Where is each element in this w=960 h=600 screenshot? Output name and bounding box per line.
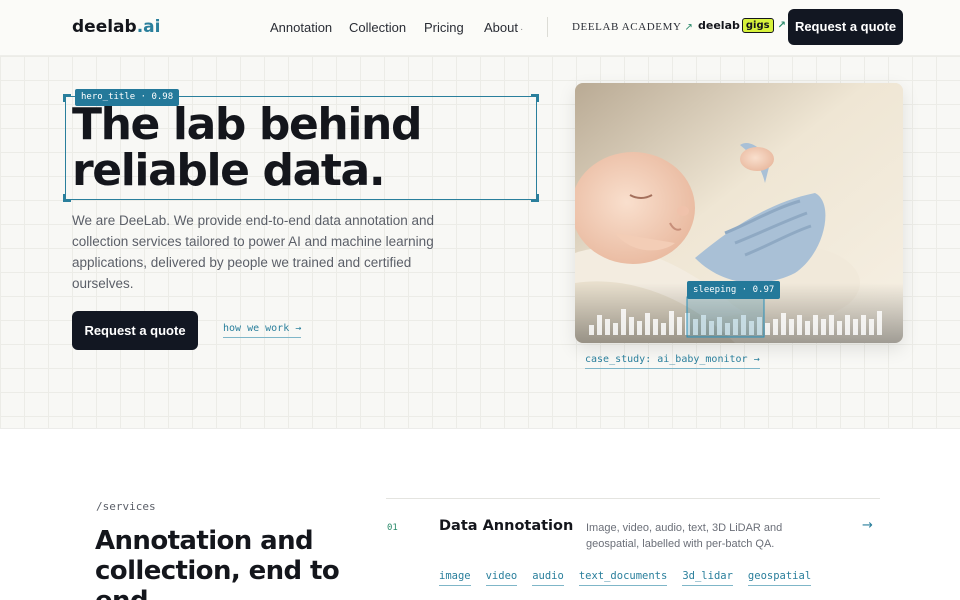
- academy-label: DEELAB ACADEMY: [572, 21, 682, 33]
- hero-description: We are DeeLab. We provide end-to-end dat…: [72, 213, 435, 291]
- request-quote-nav-button[interactable]: Request a quote: [788, 9, 903, 45]
- chip-audio[interactable]: audio: [532, 570, 564, 586]
- nav-link-collection[interactable]: Collection: [349, 20, 406, 35]
- chip-text-documents[interactable]: text_documents: [578, 570, 668, 586]
- arrow-right-icon[interactable]: →: [862, 518, 873, 533]
- services-title: Annotation and collection, end to end.: [95, 526, 340, 600]
- dropdown-dot-icon: ·: [519, 24, 524, 35]
- academy-link[interactable]: DEELAB ACADEMY ↗: [572, 21, 693, 33]
- service-number: 01: [387, 523, 398, 533]
- external-link-arrow-icon: ↗: [684, 22, 694, 33]
- logo-accent: .ai: [136, 17, 161, 37]
- top-nav: deelab.ai Annotation Collection Pricing …: [0, 0, 960, 56]
- chip-3d-lidar[interactable]: 3d_lidar: [682, 570, 733, 586]
- logo-main: deelab: [72, 17, 137, 37]
- request-quote-hero-button[interactable]: Request a quote: [72, 311, 198, 350]
- nav-link-annotation[interactable]: Annotation: [270, 20, 332, 35]
- how-we-work-link[interactable]: how we work →: [223, 323, 302, 338]
- logo[interactable]: deelab.ai: [72, 17, 160, 37]
- nav-divider: [547, 17, 548, 37]
- gigs-link[interactable]: deelab gigs ↗: [698, 18, 786, 33]
- chip-image[interactable]: image: [439, 570, 471, 586]
- chip-geospatial[interactable]: geospatial: [747, 570, 812, 586]
- detection-label-tag: sleeping · 0.97: [687, 281, 781, 299]
- gigs-badge: gigs: [741, 18, 774, 33]
- hero-image-card: [575, 83, 903, 343]
- nav-link-about-label: About: [484, 20, 518, 35]
- baby-photo-illustration: [575, 83, 903, 343]
- chip-video[interactable]: video: [485, 570, 518, 586]
- service-name[interactable]: Data Annotation: [439, 518, 573, 534]
- nav-link-about[interactable]: About ·: [484, 20, 523, 35]
- nav-link-pricing[interactable]: Pricing: [424, 20, 464, 35]
- service-description: Image, video, audio, text, 3D LiDAR and …: [586, 522, 783, 550]
- external-link-arrow-icon: ↗: [777, 20, 786, 31]
- services-section-slug: /services: [96, 500, 156, 513]
- hero-title: The lab behind reliable data.: [72, 99, 422, 196]
- gigs-prefix: deelab: [698, 19, 740, 32]
- services-divider: [386, 498, 880, 499]
- service-chip-list: image video audio text_documents 3d_lida…: [439, 570, 812, 586]
- case-study-link[interactable]: case_study: ai_baby_monitor →: [585, 354, 760, 369]
